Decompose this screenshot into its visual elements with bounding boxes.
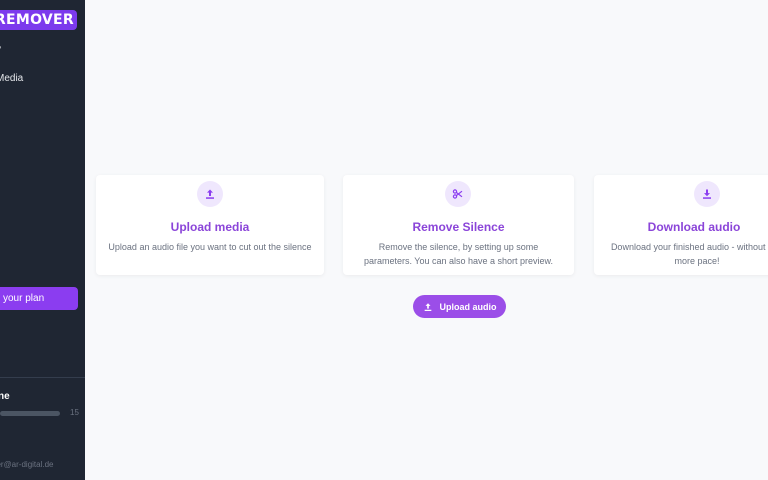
step-card-remove-silence: Remove Silence Remove the silence, by se… [343,175,574,275]
download-icon [694,181,720,207]
app-logo[interactable]: REMOVER [0,10,77,30]
usage-count: 15 [70,408,79,417]
step-description: Remove the silence, by setting up some p… [363,242,554,266]
upload-icon [424,302,431,311]
usage-label: ne [0,391,10,402]
upload-audio-label: Upload audio [439,301,497,312]
usage-progress-bar [0,411,60,416]
sidebar: REMOVER y Media your plan ne 15 ger@ar-d… [0,0,85,480]
scissors-icon [445,181,471,207]
upgrade-plan-button[interactable]: your plan [0,287,78,310]
step-description: Upload an audio file you want to cut out… [108,242,312,252]
step-title: Upload media [170,220,250,234]
app-root: REMOVER y Media your plan ne 15 ger@ar-d… [0,0,768,480]
step-description: Download your finished audio - without a… [610,242,768,266]
step-title: Download audio [647,220,741,234]
step-card-upload: Upload media Upload an audio file you wa… [96,175,324,275]
step-card-download: Download audio Download your finished au… [594,175,768,275]
step-title: Remove Silence [412,220,505,234]
sidebar-item-media[interactable]: Media [0,73,23,84]
upload-audio-button[interactable]: Upload audio [413,295,506,318]
sidebar-divider [0,377,85,378]
sidebar-item-1[interactable]: y [0,44,1,55]
user-email: ger@ar-digital.de [0,460,54,469]
upload-icon [197,181,223,207]
